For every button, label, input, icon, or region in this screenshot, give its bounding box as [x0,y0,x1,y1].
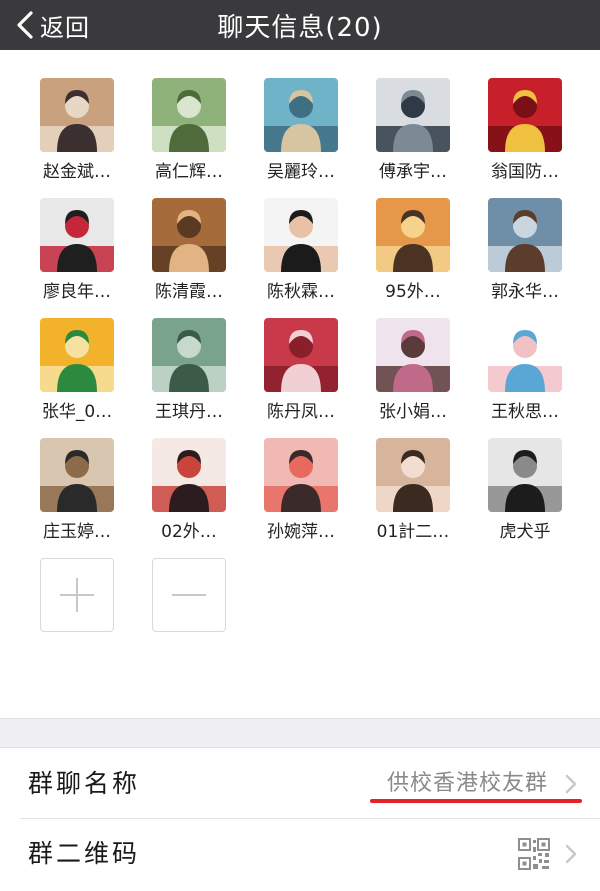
navigation-bar: 返回 聊天信息(20) [0,0,600,50]
member-name: 赵金斌… [43,162,111,182]
member-item[interactable]: 张华_0… [21,318,133,424]
group-name-row[interactable]: 群聊名称 供校香港校友群 [0,749,600,819]
avatar-photo [152,198,226,272]
member-item[interactable]: 张小娟… [357,318,469,424]
avatar-photo [40,198,114,272]
avatar-photo [488,198,562,272]
member-name: 02外… [161,522,217,542]
member-name: 01計二… [376,522,450,542]
member-name: 吴麗玲… [267,162,335,182]
avatar-photo [376,318,450,392]
member-name: 廖良年… [43,282,111,302]
avatar-photo [40,78,114,152]
member-name: 翁国防… [491,162,559,182]
member-item[interactable]: 翁国防… [469,78,581,184]
member-item[interactable]: 傅承宇… [357,78,469,184]
chevron-right-icon [565,774,577,794]
member-item[interactable]: 02外… [133,438,245,544]
member-item[interactable]: 庄玉婷… [21,438,133,544]
member-item[interactable]: 王琪丹… [133,318,245,424]
section-separator [0,718,600,748]
remove-member-button-box [152,558,226,632]
member-item[interactable]: 陈秋霖… [245,198,357,304]
remove-member-button[interactable] [133,558,245,632]
chevron-right-icon [565,844,577,864]
plus-icon [60,578,94,612]
qr-code-row[interactable]: 群二维码 [0,819,600,889]
group-name-label: 群聊名称 [28,769,141,798]
add-member-button-box [40,558,114,632]
member-name: 王琪丹… [155,402,223,422]
member-name: 陈秋霖… [267,282,335,302]
member-name: 陈丹凤… [267,402,335,422]
member-item[interactable]: 虎犬乎 [469,438,581,544]
avatar-photo [152,318,226,392]
avatar-photo [152,78,226,152]
member-name: 郭永华… [491,282,559,302]
avatar-cartoon [40,318,114,392]
member-item[interactable]: 高仁辉… [133,78,245,184]
avatar-photo [376,78,450,152]
member-name: 95外… [385,282,441,302]
avatar-cartoon [488,318,562,392]
member-item[interactable]: 95外… [357,198,469,304]
member-name: 高仁辉… [155,162,223,182]
avatar-cartoon [488,438,562,512]
avatar-photo [376,198,450,272]
avatar-photo [264,78,338,152]
member-name: 孙婉萍… [267,522,335,542]
group-name-value: 供校香港校友群 [386,771,548,796]
member-name: 张华_0… [41,402,113,422]
qr-code-icon [518,838,550,870]
member-item[interactable]: 王秋思… [469,318,581,424]
member-item[interactable]: 01計二… [357,438,469,544]
avatar-cartoon [264,438,338,512]
qr-code-label: 群二维码 [28,839,141,868]
member-name: 张小娟… [379,402,447,422]
avatar-cartoon [264,198,338,272]
add-member-button[interactable] [21,558,133,632]
member-item[interactable]: 吴麗玲… [245,78,357,184]
avatar-photo [376,438,450,512]
highlight-underline [370,799,582,803]
member-grid: 赵金斌… 高仁辉… 吴麗玲… 傅承宇… 翁国防… 廖良年… 陈清霞… 陈秋霖… 95外… 郭永华…… [21,78,581,632]
member-item[interactable]: 廖良年… [21,198,133,304]
member-item[interactable]: 郭永华… [469,198,581,304]
member-name: 虎犬乎 [499,522,551,542]
member-item[interactable]: 陈丹凤… [245,318,357,424]
member-name: 庄玉婷… [43,522,111,542]
page-title: 聊天信息(20) [217,12,383,43]
minus-icon [172,594,206,596]
member-grid-section: 赵金斌… 高仁辉… 吴麗玲… 傅承宇… 翁国防… 廖良年… 陈清霞… 陈秋霖… 95外… 郭永华…… [0,50,600,718]
avatar-photo [264,318,338,392]
member-item[interactable]: 陈清霞… [133,198,245,304]
member-name: 傅承宇… [379,162,447,182]
member-name: 王秋思… [491,402,559,422]
avatar-photo [152,438,226,512]
avatar-photo [488,78,562,152]
avatar-photo [40,438,114,512]
member-item[interactable]: 孙婉萍… [245,438,357,544]
member-item[interactable]: 赵金斌… [21,78,133,184]
member-name: 陈清霞… [155,282,223,302]
